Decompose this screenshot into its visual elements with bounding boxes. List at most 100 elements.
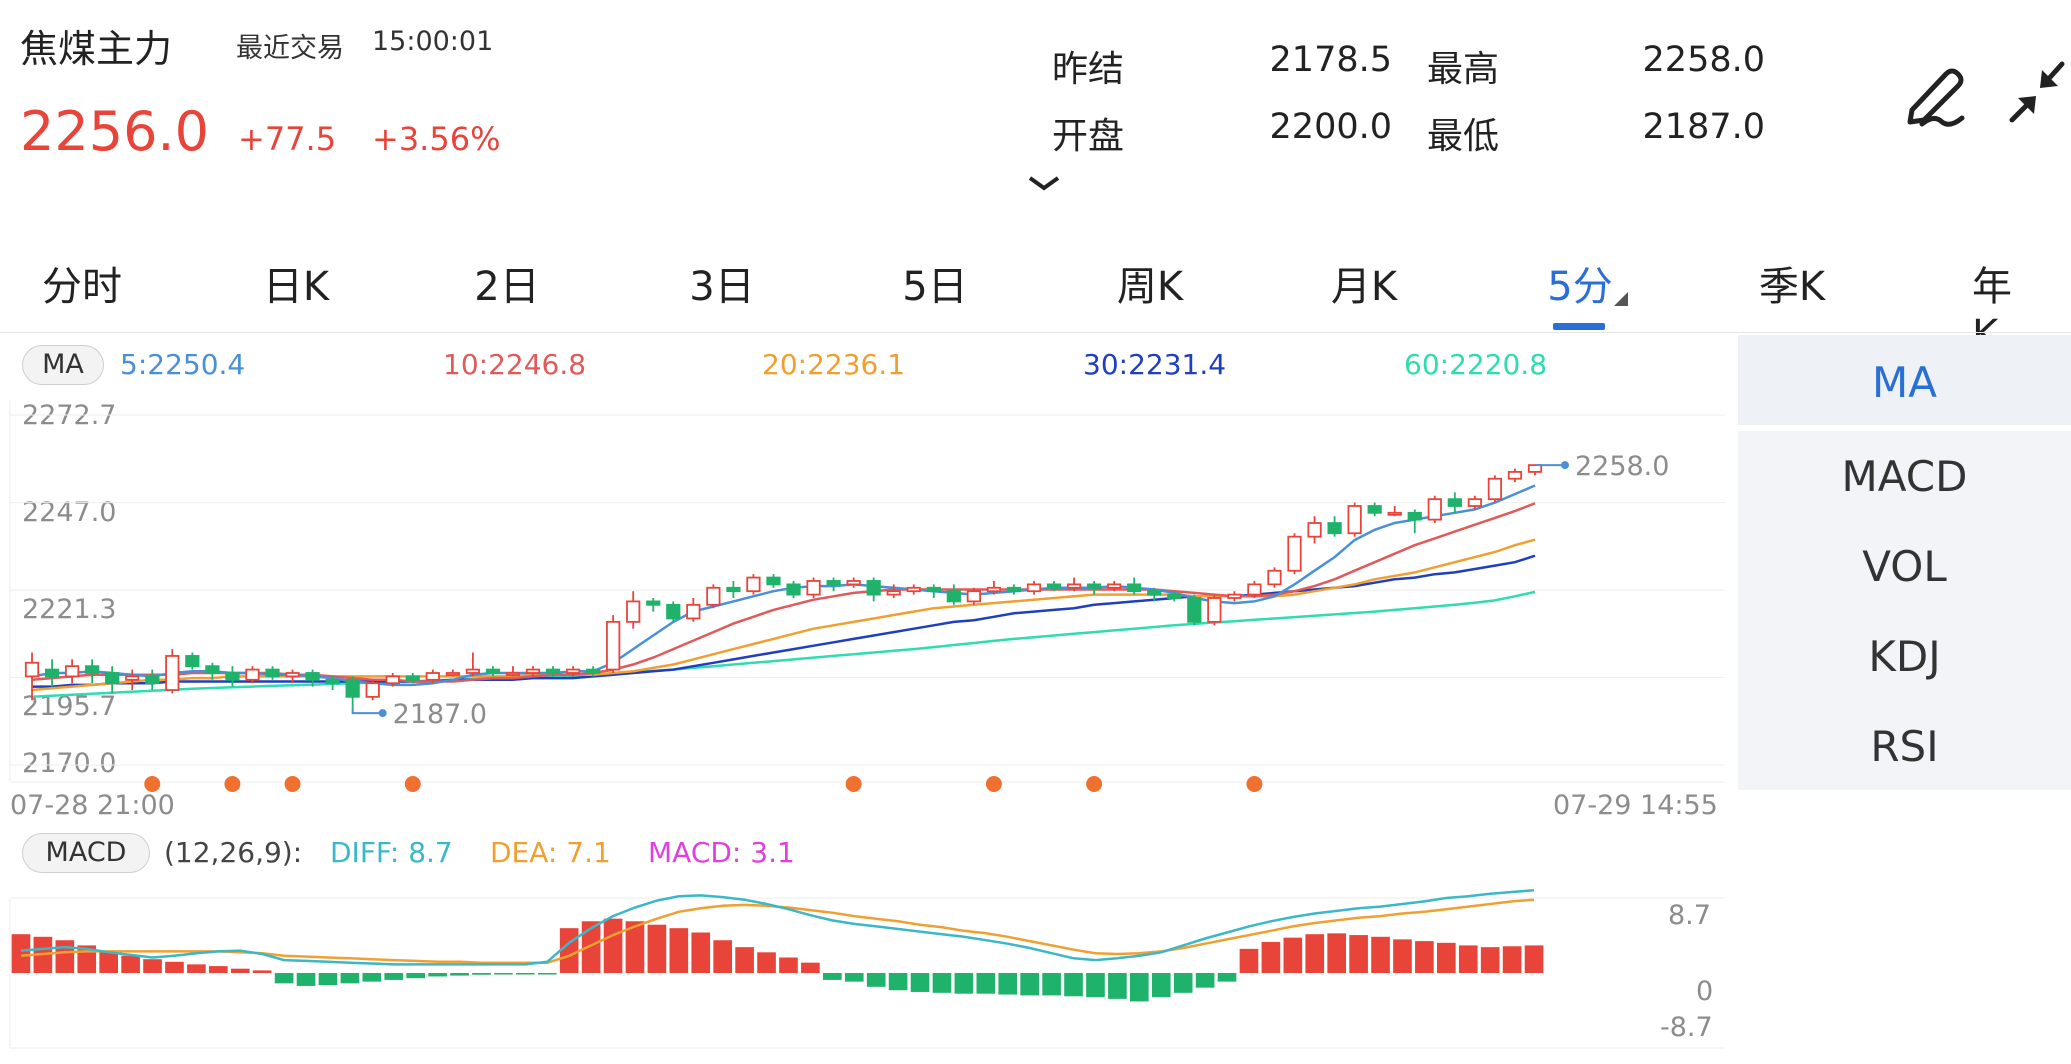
candle-body [1107, 583, 1122, 589]
macd-bar [757, 952, 776, 973]
macd-bar [1327, 933, 1346, 973]
candle-body [726, 586, 741, 593]
candle-body [586, 668, 601, 674]
candle-body [866, 580, 881, 596]
macd-bar [1130, 973, 1149, 1002]
candle-body [1147, 590, 1162, 596]
macd-bar [1064, 973, 1083, 997]
macd-bar [11, 934, 31, 973]
macd-bar [252, 970, 272, 973]
macd-bar [844, 973, 864, 982]
candle-body [766, 576, 781, 586]
candle-body [1287, 535, 1302, 572]
min-annotation-dot [378, 709, 387, 718]
candle-body [465, 668, 481, 674]
candle-body [1527, 464, 1543, 473]
macd-bar [1261, 941, 1281, 973]
macd-bar [691, 932, 711, 973]
macd-bar [1217, 973, 1237, 982]
candle-body [946, 590, 961, 603]
candle-body [1227, 593, 1242, 599]
macd-bar [888, 973, 908, 991]
macd-bar [1020, 973, 1039, 996]
candle-body [1167, 593, 1182, 599]
candle-body [165, 655, 180, 691]
macd-bar [713, 940, 732, 973]
chart-canvas: 2258.0 2187.0 [9, 400, 1725, 1049]
candle-body [646, 600, 661, 606]
macd-bar [537, 973, 557, 975]
candle-body [185, 655, 200, 668]
candle-body [826, 580, 841, 586]
max-annotation-label: 2258.0 [1575, 451, 1669, 482]
macd-bar [1283, 937, 1303, 973]
event-marker [404, 776, 421, 792]
candle-body [786, 583, 801, 596]
macd-bar [1195, 973, 1215, 988]
candle-body [325, 678, 340, 685]
candle-body [225, 672, 240, 681]
candle-body [746, 576, 761, 593]
macd-bar [121, 955, 140, 973]
macd-bar [296, 973, 316, 986]
candle-body [886, 590, 901, 596]
candle-body [906, 586, 921, 593]
macd-bar [998, 973, 1018, 995]
candle-body [485, 668, 501, 674]
min-annotation-label: 2187.0 [393, 699, 487, 730]
candle-body [706, 586, 721, 606]
candle-body [345, 678, 360, 698]
candle-body [365, 682, 380, 698]
candle-body [305, 672, 320, 681]
macd-bar [318, 973, 338, 986]
macd-bar [1502, 946, 1522, 973]
macd-bar [1305, 934, 1325, 973]
macd-bar [866, 973, 886, 987]
macd-bar [559, 928, 579, 973]
macd-bar [362, 973, 382, 982]
candle-body [145, 675, 160, 685]
candle-body [1046, 583, 1062, 589]
macd-bar [1480, 947, 1500, 973]
macd-bar [1371, 936, 1390, 973]
macd-bar [1173, 973, 1193, 993]
candle-body [285, 672, 300, 678]
candle-body [966, 590, 981, 603]
macd-bar [472, 973, 491, 975]
macd-bar [1042, 973, 1061, 996]
candle-body [245, 668, 260, 681]
macd-bar [954, 973, 974, 994]
macd-bar [230, 968, 250, 973]
candle-body [545, 668, 561, 674]
macd-bar [1108, 973, 1127, 999]
candle-body [445, 672, 460, 676]
candle-body [846, 580, 861, 586]
candle-body [1247, 583, 1262, 596]
macd-bar [406, 973, 425, 979]
macd-bar [494, 973, 513, 975]
macd-bar [669, 928, 689, 973]
macd-bar [779, 957, 798, 973]
macd-bar [1415, 941, 1434, 973]
macd-bar [823, 973, 842, 980]
macd-bar [1349, 935, 1368, 973]
candle-body [205, 665, 220, 674]
macd-bar [1086, 973, 1105, 998]
macd-bar [516, 973, 535, 975]
candle-body [105, 672, 120, 685]
candle-body [1066, 583, 1082, 589]
candle-body [85, 665, 100, 674]
candle-body [626, 600, 641, 623]
candle-body [44, 668, 60, 678]
event-marker [144, 776, 161, 792]
macd-bar [143, 959, 162, 973]
candle-body [1026, 583, 1042, 593]
candle-body [1427, 498, 1442, 521]
macd-bar [1239, 948, 1259, 973]
candle-body [64, 665, 80, 678]
macd-bar [647, 924, 667, 973]
candle-body [1006, 586, 1022, 593]
event-marker [1086, 776, 1103, 792]
macd-bar [55, 940, 75, 973]
candle-body [1207, 597, 1222, 623]
